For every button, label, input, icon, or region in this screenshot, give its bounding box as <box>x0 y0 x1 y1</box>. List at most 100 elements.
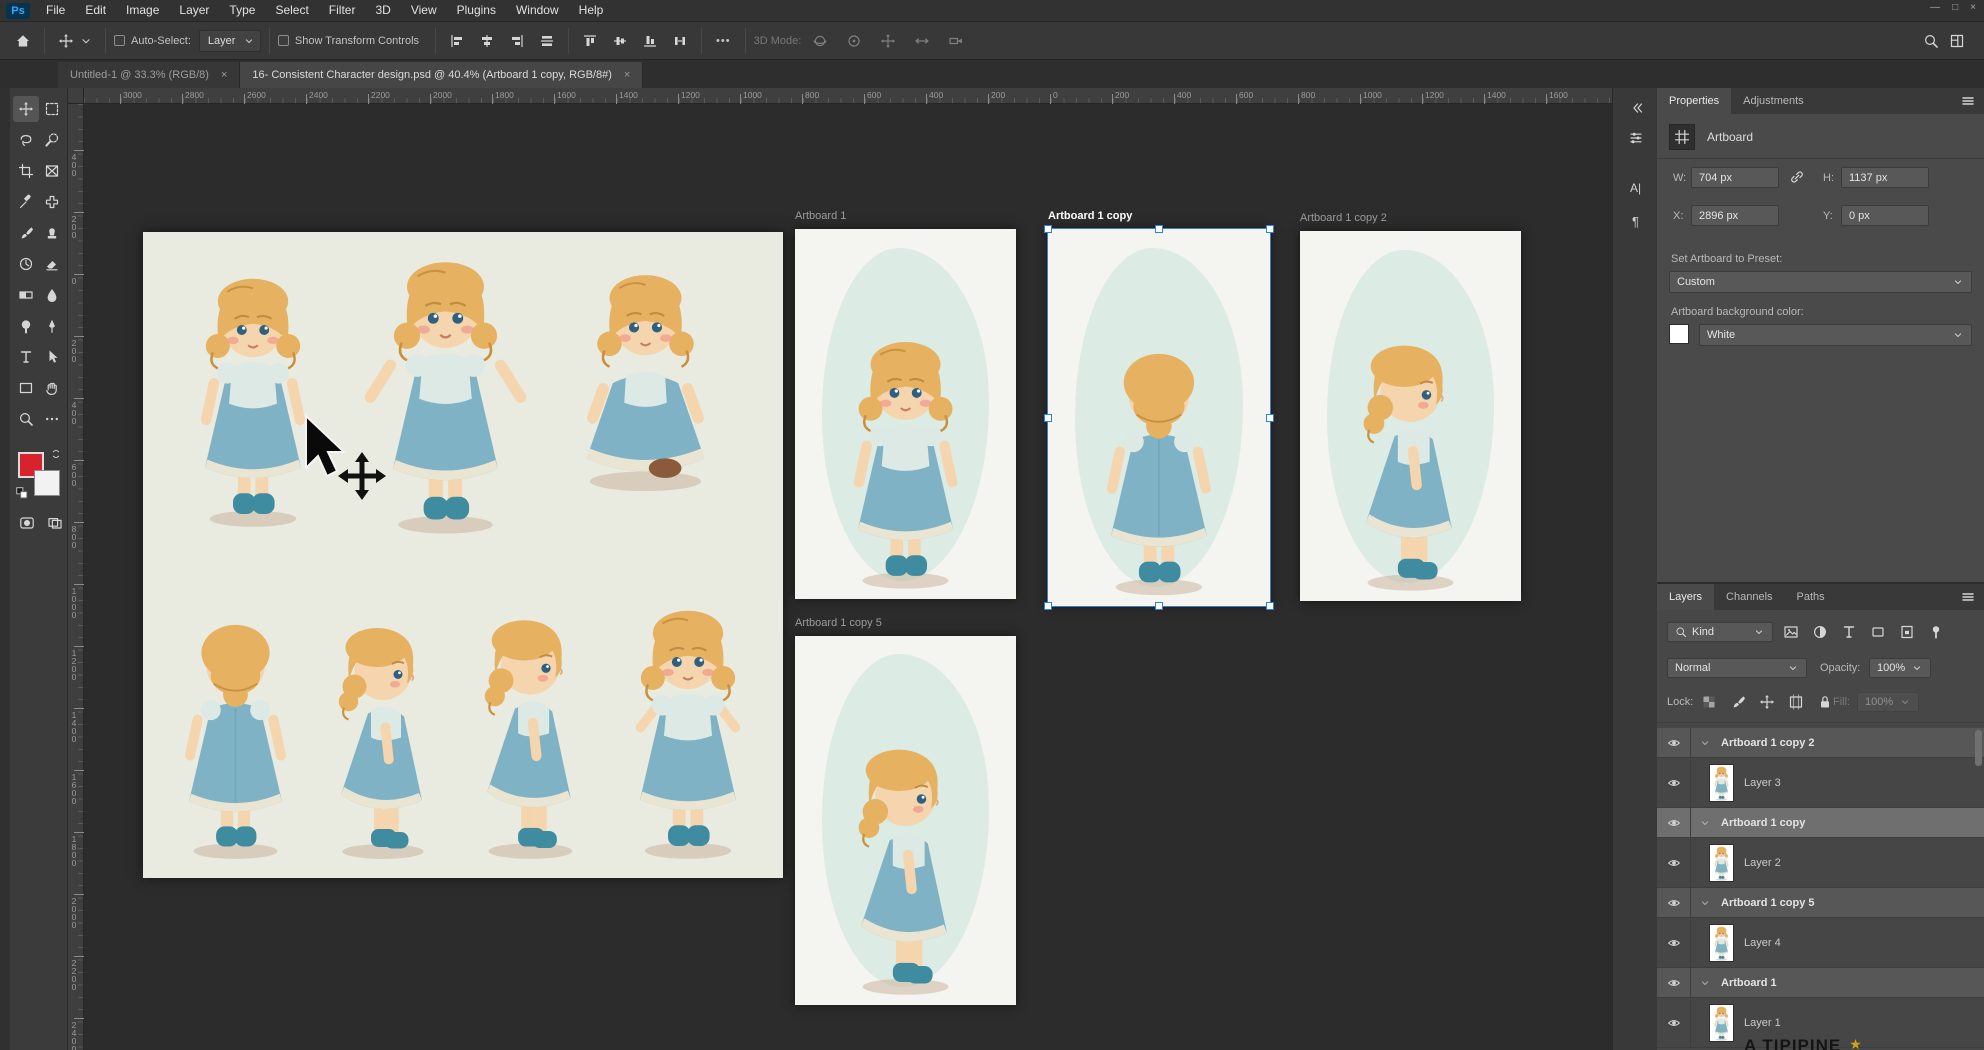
eyedropper-tool[interactable] <box>13 189 39 215</box>
pen-tool[interactable] <box>39 313 65 339</box>
artboard-label[interactable]: Artboard 1 copy <box>1048 210 1132 222</box>
menu-image[interactable]: Image <box>116 0 169 21</box>
align-right-icon[interactable] <box>504 28 530 54</box>
link-dimensions-icon[interactable] <box>1789 169 1805 185</box>
blend-mode-dropdown[interactable]: Normal <box>1667 658 1807 678</box>
menu-type[interactable]: Type <box>219 0 265 21</box>
chevron-down-icon[interactable] <box>1699 817 1711 829</box>
drag-3d-icon[interactable] <box>875 28 901 54</box>
artboard[interactable] <box>1300 231 1521 601</box>
align-left-icon[interactable] <box>444 28 470 54</box>
selection-handle[interactable] <box>1044 414 1052 422</box>
menu-edit[interactable]: Edit <box>75 0 116 21</box>
layer-group-row[interactable]: Artboard 1 copy 5 <box>1657 888 1984 918</box>
screen-mode-icon[interactable] <box>42 510 68 536</box>
artboard-label[interactable]: Artboard 1 copy 5 <box>795 617 882 629</box>
panel-menu-icon[interactable] <box>1960 93 1976 109</box>
character-panel-icon[interactable]: A| <box>1622 174 1649 201</box>
x-field[interactable]: 2896 px <box>1691 205 1779 226</box>
preset-dropdown[interactable]: Custom <box>1669 271 1972 293</box>
mask-mode-icon[interactable] <box>14 510 40 536</box>
collapse-panels-icon[interactable] <box>1622 94 1649 121</box>
selection-handle[interactable] <box>1155 602 1163 610</box>
visibility-eye-icon[interactable] <box>1667 896 1681 910</box>
clone-stamp-tool[interactable] <box>39 220 65 246</box>
selection-handle[interactable] <box>1266 602 1274 610</box>
menu-window[interactable]: Window <box>506 0 569 21</box>
background-color-swatch[interactable] <box>34 470 60 496</box>
zoom-tool[interactable] <box>13 406 39 432</box>
eraser-tool[interactable] <box>39 251 65 277</box>
layer-row[interactable]: Layer 4 <box>1657 918 1984 968</box>
auto-select-checkbox[interactable] <box>114 35 125 46</box>
hand-tool[interactable] <box>39 375 65 401</box>
visibility-eye-icon[interactable] <box>1667 736 1681 750</box>
more-tools-tool[interactable] <box>39 406 65 432</box>
healing-tool[interactable] <box>39 189 65 215</box>
layer-group-row[interactable]: Artboard 1 <box>1657 968 1984 998</box>
adjustment-filter-icon[interactable] <box>1810 622 1830 642</box>
height-field[interactable]: 1137 px <box>1841 167 1929 188</box>
selection-handle[interactable] <box>1044 602 1052 610</box>
rectangle-tool[interactable] <box>13 375 39 401</box>
type-filter-icon[interactable] <box>1839 622 1859 642</box>
tab-paths[interactable]: Paths <box>1785 584 1837 610</box>
selection-handle[interactable] <box>1044 225 1052 233</box>
layers-scrollbar[interactable] <box>1975 730 1982 766</box>
lock-all-icon[interactable] <box>1815 692 1835 712</box>
tab-adjustments[interactable]: Adjustments <box>1731 88 1816 114</box>
layer-thumbnail[interactable] <box>1709 1004 1734 1042</box>
workspace-layout-icon[interactable] <box>1944 28 1970 54</box>
quick-select-tool[interactable] <box>39 127 65 153</box>
menu-select[interactable]: Select <box>265 0 318 21</box>
dist-gap-icon[interactable] <box>667 28 693 54</box>
visibility-eye-icon[interactable] <box>1667 936 1681 950</box>
show-transform-checkbox[interactable] <box>278 35 289 46</box>
tab-close-icon[interactable]: × <box>624 69 630 81</box>
chevron-down-icon[interactable] <box>79 34 93 48</box>
chevron-down-icon[interactable] <box>1699 737 1711 749</box>
document-tab-character-design[interactable]: 16- Consistent Character design.psd @ 40… <box>240 62 643 88</box>
tab-layers[interactable]: Layers <box>1657 584 1714 610</box>
lock-position-icon[interactable] <box>1757 692 1777 712</box>
layer-row[interactable]: Layer 3 <box>1657 758 1984 808</box>
layer-row[interactable]: Layer 2 <box>1657 838 1984 888</box>
visibility-eye-icon[interactable] <box>1667 976 1681 990</box>
swap-colors-icon[interactable] <box>50 448 62 460</box>
visibility-eye-icon[interactable] <box>1667 856 1681 870</box>
tab-properties[interactable]: Properties <box>1657 88 1731 114</box>
move-tool-preset-icon[interactable] <box>53 28 79 54</box>
canvas-area[interactable]: 3000280026002400220020001800160014001200… <box>68 88 1612 1050</box>
dist-middle-icon[interactable] <box>607 28 633 54</box>
window-minimize-icon[interactable]: — <box>1930 2 1940 13</box>
direct-select-tool[interactable] <box>39 344 65 370</box>
frame-tool[interactable] <box>39 158 65 184</box>
lasso-tool[interactable] <box>13 127 39 153</box>
menu-plugins[interactable]: Plugins <box>447 0 506 21</box>
slide-3d-icon[interactable] <box>909 28 935 54</box>
blur-tool[interactable] <box>39 282 65 308</box>
orbit-3d-icon[interactable] <box>807 28 833 54</box>
panel-menu-icon[interactable] <box>1960 589 1976 605</box>
document-tab-untitled[interactable]: Untitled-1 @ 33.3% (RGB/8) × <box>58 62 240 88</box>
layer-thumbnail[interactable] <box>1709 844 1734 882</box>
menu-3d[interactable]: 3D <box>365 0 400 21</box>
brush-tool[interactable] <box>13 220 39 246</box>
dist-bottom-icon[interactable] <box>637 28 663 54</box>
artboard[interactable] <box>1048 229 1270 606</box>
menu-file[interactable]: File <box>36 0 75 21</box>
tab-channels[interactable]: Channels <box>1714 584 1784 610</box>
pixel-filter-icon[interactable] <box>1781 622 1801 642</box>
artboard[interactable] <box>795 229 1016 599</box>
visibility-eye-icon[interactable] <box>1667 1016 1681 1030</box>
background-color-swatch[interactable] <box>1669 324 1689 344</box>
lock-paint-icon[interactable] <box>1728 692 1748 712</box>
menu-view[interactable]: View <box>401 0 447 21</box>
smartobject-filter-icon[interactable] <box>1897 622 1917 642</box>
move-tool[interactable] <box>13 96 39 122</box>
menu-layer[interactable]: Layer <box>169 0 219 21</box>
layer-thumbnail[interactable] <box>1709 764 1734 802</box>
selection-handle[interactable] <box>1266 414 1274 422</box>
layer-group-row[interactable]: Artboard 1 copy <box>1657 808 1984 838</box>
visibility-eye-icon[interactable] <box>1667 816 1681 830</box>
